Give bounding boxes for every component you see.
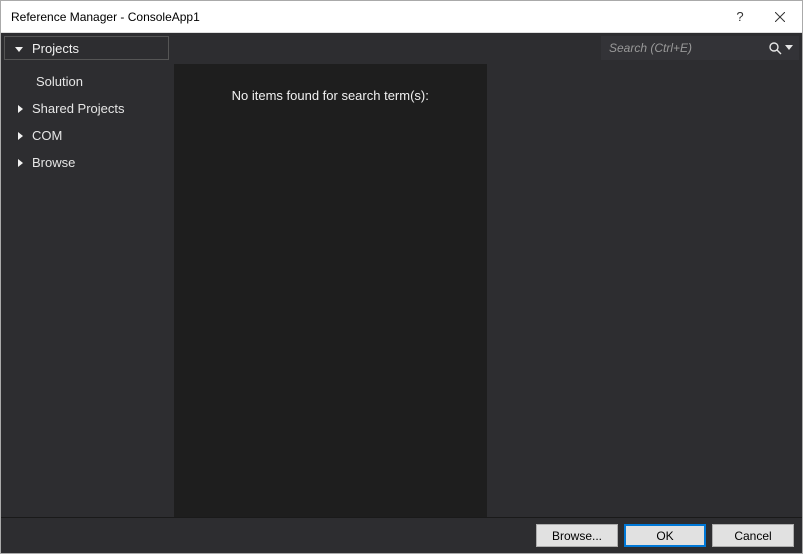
app-body: Projects Solution Shared Project <box>1 33 802 553</box>
sidebar-item-com[interactable]: COM <box>8 122 174 149</box>
sidebar-item-label: Shared Projects <box>32 101 125 116</box>
top-spacer <box>169 33 601 61</box>
sidebar-item-label: Browse <box>32 155 75 170</box>
titlebar: Reference Manager - ConsoleApp1 ? <box>1 1 802 33</box>
content-panel: No items found for search term(s): <box>174 64 487 517</box>
close-icon <box>775 12 785 22</box>
details-panel <box>487 64 800 517</box>
sidebar-category-projects[interactable]: Projects <box>4 36 169 60</box>
sidebar: Solution Shared Projects COM Browse <box>4 64 174 517</box>
search-box[interactable] <box>601 36 799 60</box>
window-controls: ? <box>723 1 802 32</box>
search-icon <box>768 41 783 56</box>
chevron-down-icon <box>785 45 793 51</box>
sidebar-item-label: COM <box>32 128 62 143</box>
search-icon-group[interactable] <box>768 41 793 56</box>
chevron-right-icon <box>18 132 23 140</box>
browse-button[interactable]: Browse... <box>536 524 618 547</box>
window-title: Reference Manager - ConsoleApp1 <box>11 10 723 24</box>
empty-message: No items found for search term(s): <box>232 88 429 517</box>
close-button[interactable] <box>757 1 802 32</box>
chevron-right-icon <box>18 105 23 113</box>
chevron-right-icon <box>18 159 23 167</box>
chevron-down-icon <box>15 47 23 52</box>
help-button[interactable]: ? <box>723 1 757 32</box>
sidebar-item-solution[interactable]: Solution <box>8 68 174 95</box>
search-input[interactable] <box>609 41 768 55</box>
sidebar-item-browse[interactable]: Browse <box>8 149 174 176</box>
top-row: Projects <box>1 33 802 61</box>
footer: Browse... OK Cancel <box>1 517 802 553</box>
help-icon: ? <box>736 9 743 24</box>
cancel-button[interactable]: Cancel <box>712 524 794 547</box>
sidebar-item-label: Solution <box>36 74 83 89</box>
ok-button[interactable]: OK <box>624 524 706 547</box>
main-row: Solution Shared Projects COM Browse No i… <box>1 61 802 517</box>
sidebar-item-shared-projects[interactable]: Shared Projects <box>8 95 174 122</box>
sidebar-category-label: Projects <box>32 41 79 56</box>
